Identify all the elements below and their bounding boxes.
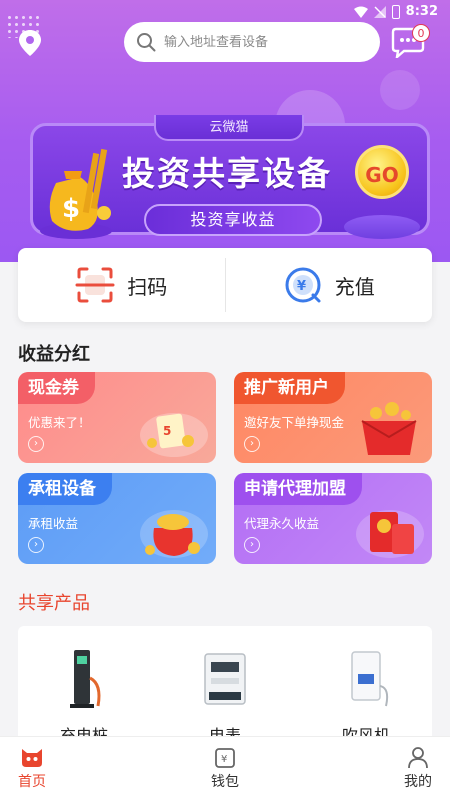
apply-agent-card[interactable]: 申请代理加盟 代理永久收益 › — [234, 473, 432, 564]
battery-icon — [392, 5, 400, 19]
bottom-tab-bar: 首页 ¥ 钱包 我的 — [0, 736, 450, 800]
products-section-title: 共享产品 — [18, 593, 90, 614]
chevron-right-icon: › — [28, 436, 44, 452]
card-tag: 申请代理加盟 — [234, 473, 362, 505]
profile-icon — [408, 747, 428, 769]
tab-home[interactable]: 首页 — [0, 737, 72, 800]
cash-coupon-card[interactable]: 现金券 优惠来了！ › 5 — [18, 372, 216, 463]
chevron-right-icon: › — [244, 537, 260, 553]
rent-device-card[interactable]: 承租设备 承租收益 › — [18, 473, 216, 564]
earnings-section-title: 收益分红 — [18, 344, 90, 365]
tab-label: 钱包 — [211, 774, 239, 790]
card-tag: 推广新用户 — [234, 372, 345, 404]
scan-label: 扫码 — [127, 274, 168, 299]
location-pin-icon[interactable] — [18, 29, 42, 57]
search-input[interactable] — [164, 34, 364, 50]
svg-text:¥: ¥ — [297, 279, 306, 294]
tab-wallet[interactable]: ¥ 钱包 — [185, 737, 265, 800]
svg-text:¥: ¥ — [221, 754, 227, 765]
charging-pile-icon — [70, 650, 101, 708]
product-electric-meter[interactable]: 电表 — [165, 626, 285, 746]
wallet-icon: ¥ — [215, 748, 235, 768]
money-bag-icon: $ — [40, 148, 112, 239]
recharge-label: 充值 — [334, 274, 375, 299]
home-cat-icon — [22, 749, 42, 767]
signal-icon — [374, 6, 386, 18]
search-bar[interactable] — [124, 22, 380, 62]
scan-button[interactable]: 扫码 — [18, 248, 225, 322]
banner-brand-tab: 云微猫 — [154, 115, 304, 141]
message-count-badge: 0 — [412, 24, 430, 42]
coupon-gift-icon: 5 — [140, 413, 208, 457]
card-desc: 优惠来了！ — [28, 415, 91, 430]
svg-text:$: $ — [62, 194, 80, 224]
recharge-icon: ¥ — [285, 267, 321, 303]
promo-banner[interactable]: 云微猫 $ 投资共享设备 投资享收益 GO — [30, 115, 430, 245]
wifi-icon — [354, 6, 368, 18]
red-gift-box-icon — [361, 402, 417, 455]
product-charging-pile[interactable]: 充电桩 — [24, 626, 144, 746]
treasure-bag-icon — [140, 510, 208, 558]
tab-label: 我的 — [404, 774, 432, 790]
card-desc: 承租收益 — [28, 516, 79, 531]
banner-title: 投资共享设备 — [122, 154, 332, 193]
hair-dryer-icon — [351, 651, 389, 707]
status-bar: 8:32 — [0, 0, 450, 24]
card-desc: 代理永久收益 — [244, 516, 320, 531]
search-icon — [137, 33, 156, 52]
card-desc: 邀好友下单挣现金 — [244, 415, 345, 430]
chevron-right-icon: › — [244, 436, 260, 452]
tab-label: 首页 — [18, 774, 46, 790]
banner-subtitle-button[interactable]: 投资享收益 — [144, 204, 322, 236]
pedestal-decoration — [344, 215, 420, 239]
svg-text:5: 5 — [163, 424, 171, 438]
electric-meter-icon — [204, 653, 246, 705]
card-tag: 承租设备 — [18, 473, 112, 505]
scan-icon — [75, 267, 115, 303]
recharge-button[interactable]: ¥ 充值 — [226, 248, 433, 322]
red-envelope-icon — [356, 510, 424, 558]
quick-actions-card: 扫码 ¥ 充值 — [18, 248, 432, 322]
tab-profile[interactable]: 我的 — [378, 737, 450, 800]
chevron-right-icon: › — [28, 537, 44, 553]
card-tag: 现金券 — [18, 372, 95, 404]
product-hair-dryer[interactable]: 吹风机 — [306, 626, 426, 746]
go-button[interactable]: GO — [355, 145, 409, 199]
bubble-decoration — [380, 70, 420, 110]
status-time: 8:32 — [405, 4, 438, 19]
products-card: 充电桩 电表 吹风机 — [18, 626, 432, 746]
promote-new-user-card[interactable]: 推广新用户 邀好友下单挣现金 › — [234, 372, 432, 463]
